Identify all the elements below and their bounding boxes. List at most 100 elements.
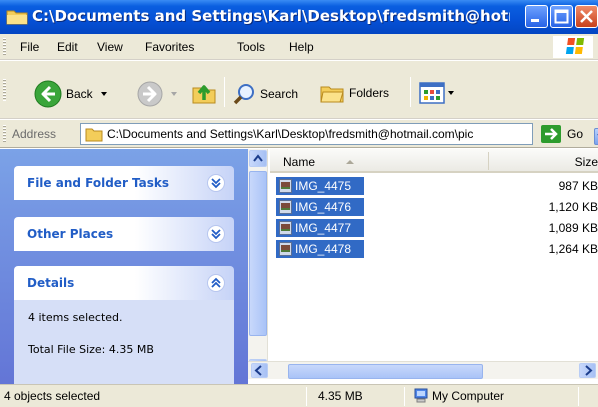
folders-icon (320, 86, 344, 103)
file-name: IMG_4475 (295, 179, 352, 193)
status-bar: 4 objects selected 4.35 MB My Computer (0, 384, 598, 407)
address-field[interactable]: C:\Documents and Settings\Karl\Desktop\f… (80, 123, 598, 145)
file-folder-tasks-title: File and Folder Tasks (27, 176, 170, 190)
image-file-icon (279, 179, 292, 193)
file-folder-tasks-header[interactable]: File and Folder Tasks (14, 166, 234, 200)
toolbar-grip[interactable] (3, 79, 6, 101)
maximize-icon (554, 9, 569, 24)
address-bar: Address C:\Documents and Settings\Karl\D… (0, 120, 598, 148)
menu-tools[interactable]: Tools (237, 40, 265, 54)
chevron-down-icon[interactable] (171, 92, 177, 96)
file-size: 1,264 KB (548, 242, 598, 256)
column-header: Name Size (270, 149, 598, 173)
up-folder-button[interactable] (191, 80, 217, 106)
up-folder-icon (192, 85, 216, 104)
file-name: IMG_4476 (295, 200, 352, 214)
folders-label: Folders (349, 86, 390, 100)
search-icon (233, 84, 254, 105)
scroll-up-button[interactable] (249, 150, 267, 167)
folders-button[interactable]: Folders (319, 81, 389, 105)
status-divider (578, 387, 579, 406)
maximize-button[interactable] (550, 5, 573, 28)
details-header[interactable]: Details (14, 266, 234, 300)
chevron-double-up-icon (211, 277, 221, 288)
go-arrow-icon (541, 125, 561, 143)
minimize-icon (531, 19, 539, 22)
status-divider (306, 387, 307, 406)
details-title: Details (27, 276, 75, 290)
address-label: Address (12, 127, 57, 141)
search-button[interactable]: Search (232, 82, 298, 106)
window-title: C:\Documents and Settings\Karl\Desktop\f… (32, 7, 510, 25)
chevron-right-icon (585, 365, 593, 376)
vertical-scroll-thumb[interactable] (249, 171, 267, 336)
file-size: 1,120 KB (548, 200, 598, 214)
folder-icon (85, 128, 103, 142)
chevron-down-icon[interactable] (448, 91, 454, 95)
file-size: 1,089 KB (548, 221, 598, 235)
status-objects: 4 objects selected (4, 389, 101, 403)
status-location: My Computer (432, 389, 505, 403)
back-button[interactable]: Back (34, 80, 107, 108)
image-file-icon (279, 221, 292, 235)
menu-grip[interactable] (3, 38, 6, 55)
minimize-button[interactable] (525, 5, 548, 28)
details-panel: 4 items selected. Total File Size: 4.35 … (14, 300, 234, 385)
image-file-icon (279, 200, 292, 214)
chevron-left-icon (254, 365, 262, 376)
file-size: 987 KB (558, 179, 598, 193)
vertical-scrollbar[interactable] (248, 149, 268, 377)
task-pane: File and Folder Tasks Other Places Detai… (0, 149, 248, 385)
other-places-header[interactable]: Other Places (14, 217, 234, 251)
chevron-double-down-icon (211, 229, 221, 240)
column-divider[interactable] (488, 152, 489, 170)
scroll-left-button[interactable] (251, 363, 268, 378)
back-label: Back (66, 87, 93, 101)
toolbar-separator (410, 77, 411, 107)
close-button[interactable] (575, 5, 598, 28)
chevron-down-icon[interactable] (100, 92, 107, 96)
go-button[interactable]: Go (541, 125, 583, 143)
column-name[interactable]: Name (283, 155, 315, 169)
toolbar-separator (224, 77, 225, 107)
other-places-title: Other Places (27, 227, 114, 241)
menu-file[interactable]: File (20, 40, 39, 54)
scroll-right-button[interactable] (579, 363, 596, 378)
chevron-up-icon (253, 154, 263, 162)
details-selection-text: 4 items selected. (28, 311, 123, 324)
file-name: IMG_4477 (295, 221, 352, 235)
title-bar[interactable]: C:\Documents and Settings\Karl\Desktop\f… (0, 0, 598, 34)
sort-ascending-icon (346, 160, 354, 164)
expand-button[interactable] (207, 225, 225, 243)
menu-view[interactable]: View (97, 40, 123, 54)
file-name: IMG_4478 (295, 242, 352, 256)
views-button[interactable] (419, 82, 454, 104)
views-icon (419, 82, 445, 104)
search-label: Search (260, 87, 299, 101)
windows-logo-icon (565, 38, 585, 54)
address-dropdown-button[interactable] (594, 128, 598, 145)
forward-button[interactable] (137, 81, 177, 107)
status-size: 4.35 MB (318, 389, 363, 403)
menu-help[interactable]: Help (289, 40, 314, 54)
menu-edit[interactable]: Edit (57, 40, 78, 54)
standard-toolbar: Back Search Folders (0, 61, 598, 119)
menu-bar: File Edit View Favorites Tools Help (0, 34, 598, 60)
folder-icon (6, 10, 28, 25)
column-size[interactable]: Size (575, 155, 598, 169)
address-value[interactable]: C:\Documents and Settings\Karl\Desktop\f… (107, 127, 523, 141)
menu-favorites[interactable]: Favorites (145, 40, 194, 54)
go-label: Go (567, 127, 584, 141)
status-divider (404, 387, 405, 406)
image-file-icon (279, 242, 292, 256)
address-grip[interactable] (3, 125, 6, 143)
my-computer-icon (414, 388, 428, 403)
collapse-button[interactable] (207, 274, 225, 292)
close-icon (580, 10, 593, 23)
forward-arrow-icon (137, 81, 163, 107)
back-arrow-icon (34, 80, 62, 108)
details-size-text: Total File Size: 4.35 MB (28, 343, 154, 356)
horizontal-scroll-thumb[interactable] (288, 364, 483, 379)
horizontal-scrollbar[interactable] (248, 361, 598, 379)
expand-button[interactable] (207, 174, 225, 192)
